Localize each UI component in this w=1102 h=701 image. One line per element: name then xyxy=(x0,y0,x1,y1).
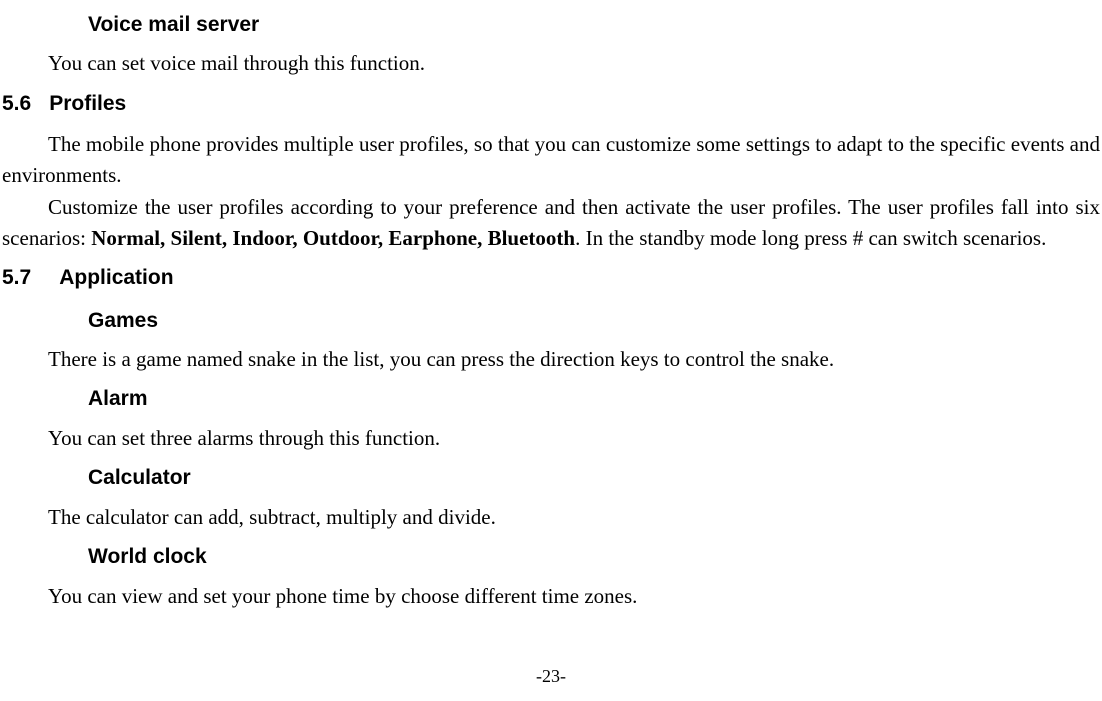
heading-profiles-number: 5.6 xyxy=(2,89,31,119)
para-profiles-2c: . In the standby mode long press # can s… xyxy=(575,226,1046,250)
heading-alarm: Alarm xyxy=(88,384,1100,414)
para-alarm: You can set three alarms through this fu… xyxy=(2,423,1100,453)
page-number: -23- xyxy=(0,663,1102,689)
para-games: There is a game named snake in the list,… xyxy=(2,344,1100,374)
heading-calculator: Calculator xyxy=(88,463,1100,493)
heading-application-number: 5.7 xyxy=(2,263,31,293)
para-profiles-2: Customize the user profiles according to… xyxy=(2,192,1100,253)
para-calculator: The calculator can add, subtract, multip… xyxy=(2,502,1100,532)
heading-games: Games xyxy=(88,306,1100,336)
para-profiles-1: The mobile phone provides multiple user … xyxy=(2,129,1100,190)
heading-application-title: Application xyxy=(59,266,173,289)
heading-application: 5.7 Application xyxy=(2,263,1100,293)
heading-profiles-title: Profiles xyxy=(49,92,126,115)
heading-voicemail: Voice mail server xyxy=(88,10,1100,40)
para-profiles-2-bold: Normal, Silent, Indoor, Outdoor, Earphon… xyxy=(91,226,575,250)
heading-worldclock: World clock xyxy=(88,542,1100,572)
para-worldclock: You can view and set your phone time by … xyxy=(2,581,1100,611)
para-voicemail: You can set voice mail through this func… xyxy=(2,48,1100,78)
heading-profiles: 5.6 Profiles xyxy=(2,89,1100,119)
